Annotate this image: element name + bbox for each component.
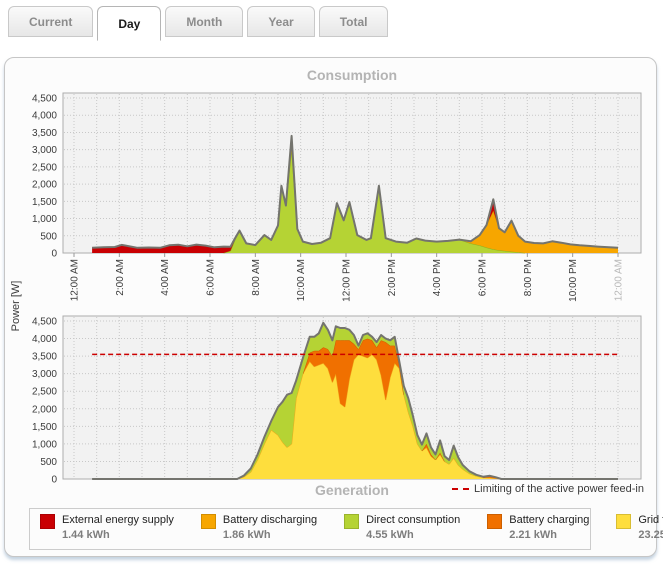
legend-item-grid_feedin: Grid feed-in 23.25 kWh [616, 514, 663, 541]
tab-label: Total [340, 15, 368, 29]
energy-legend: External energy supply 1.44 kWh Battery di… [29, 508, 591, 550]
svg-text:500: 500 [40, 457, 57, 468]
svg-text:0: 0 [51, 475, 57, 486]
legend-value: 4.55 kWh [366, 529, 460, 541]
legend-label: Battery charging [509, 514, 589, 526]
power-charts: 0 500 1,000 1,500 2,000 2,500 3,000 3,500 4,000 4… [5, 88, 658, 488]
svg-text:6:00 PM: 6:00 PM [478, 259, 489, 296]
svg-text:3,000: 3,000 [32, 145, 57, 156]
svg-text:10:00 AM: 10:00 AM [296, 259, 307, 301]
svg-text:500: 500 [40, 231, 57, 242]
tab-month[interactable]: Month [165, 6, 243, 37]
svg-text:2,500: 2,500 [32, 387, 57, 398]
legend-item-battery_charging: Battery charging 2.21 kWh [487, 514, 589, 541]
tab-label: Current [29, 15, 72, 29]
legend-item-direct_consumption: Direct consumption 4.55 kWh [344, 514, 460, 541]
svg-text:4,500: 4,500 [32, 317, 57, 328]
svg-text:1,500: 1,500 [32, 197, 57, 208]
svg-text:10:00 PM: 10:00 PM [568, 259, 579, 302]
external_energy_supply-swatch-icon [40, 514, 55, 529]
svg-text:6:00 AM: 6:00 AM [206, 259, 217, 296]
svg-text:2,500: 2,500 [32, 162, 57, 173]
svg-text:3,500: 3,500 [32, 352, 57, 363]
svg-text:2,000: 2,000 [32, 404, 57, 415]
tab-total[interactable]: Total [319, 6, 389, 37]
battery_charging-swatch-icon [487, 514, 502, 529]
svg-text:12:00 AM: 12:00 AM [70, 259, 81, 301]
svg-text:8:00 PM: 8:00 PM [523, 259, 534, 296]
limit-line-dash-icon [452, 488, 469, 490]
legend-label: Grid feed-in [638, 514, 663, 526]
tab-current[interactable]: Current [8, 6, 93, 37]
direct_consumption-swatch-icon [344, 514, 359, 529]
svg-text:4:00 AM: 4:00 AM [160, 259, 171, 296]
svg-text:0: 0 [51, 249, 57, 260]
day-chart-panel: Consumption Power [W] 05001,0001,5002,00… [4, 57, 657, 557]
legend-label: Battery discharging [223, 514, 317, 526]
legend-value: 1.44 kWh [62, 529, 174, 541]
tab-label: Day [118, 17, 140, 31]
svg-text:2,000: 2,000 [32, 180, 57, 191]
svg-text:8:00 AM: 8:00 AM [251, 259, 262, 296]
tab-label: Month [186, 15, 222, 29]
svg-text:4:00 PM: 4:00 PM [432, 259, 443, 296]
svg-text:12:00 PM: 12:00 PM [342, 259, 353, 302]
tab-label: Year [268, 15, 293, 29]
svg-text:1,000: 1,000 [32, 214, 57, 225]
svg-text:12:00 AM: 12:00 AM [614, 259, 625, 301]
svg-text:4,500: 4,500 [32, 94, 57, 105]
svg-text:3,500: 3,500 [32, 128, 57, 139]
tab-day[interactable]: Day [97, 6, 161, 41]
svg-text:4,000: 4,000 [32, 111, 57, 122]
legend-label: External energy supply [62, 514, 174, 526]
battery_discharging-swatch-icon [201, 514, 216, 529]
svg-text:2:00 AM: 2:00 AM [115, 259, 126, 296]
svg-text:4,000: 4,000 [32, 334, 57, 345]
legend-item-external_energy_supply: External energy supply 1.44 kWh [40, 514, 174, 541]
limit-line-label: Limiting of the active power feed-in [474, 483, 644, 495]
limit-line-legend: Limiting of the active power feed-in [452, 483, 644, 495]
legend-value: 23.25 kWh [638, 529, 663, 541]
tab-bar: Current Day Month Year Total [8, 6, 388, 41]
grid_feedin-swatch-icon [616, 514, 631, 529]
legend-value: 1.86 kWh [223, 529, 317, 541]
svg-text:3,000: 3,000 [32, 369, 57, 380]
svg-text:1,000: 1,000 [32, 439, 57, 450]
legend-item-battery_discharging: Battery discharging 1.86 kWh [201, 514, 317, 541]
tab-year[interactable]: Year [247, 6, 314, 37]
consumption-chart-title: Consumption [63, 67, 641, 83]
svg-text:2:00 PM: 2:00 PM [387, 259, 398, 296]
svg-text:1,500: 1,500 [32, 422, 57, 433]
legend-label: Direct consumption [366, 514, 460, 526]
legend-value: 2.21 kWh [509, 529, 589, 541]
